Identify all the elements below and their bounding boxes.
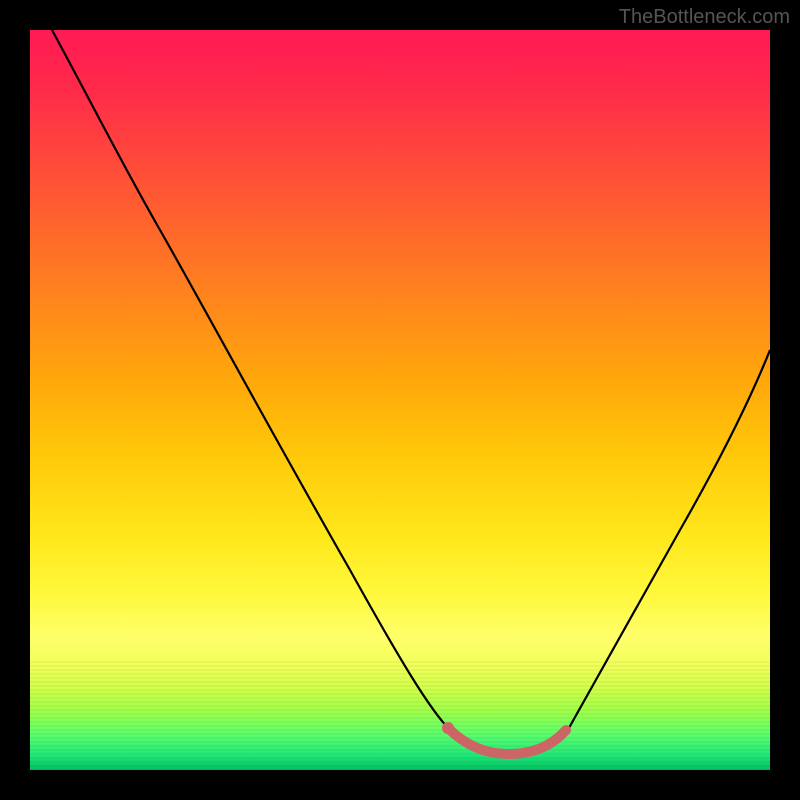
- highlight-segment-path: [448, 728, 566, 754]
- chart-svg: [30, 30, 770, 770]
- bottleneck-curve-path: [52, 30, 770, 756]
- watermark-text: TheBottleneck.com: [619, 6, 790, 29]
- chart-plot-area: [30, 30, 770, 770]
